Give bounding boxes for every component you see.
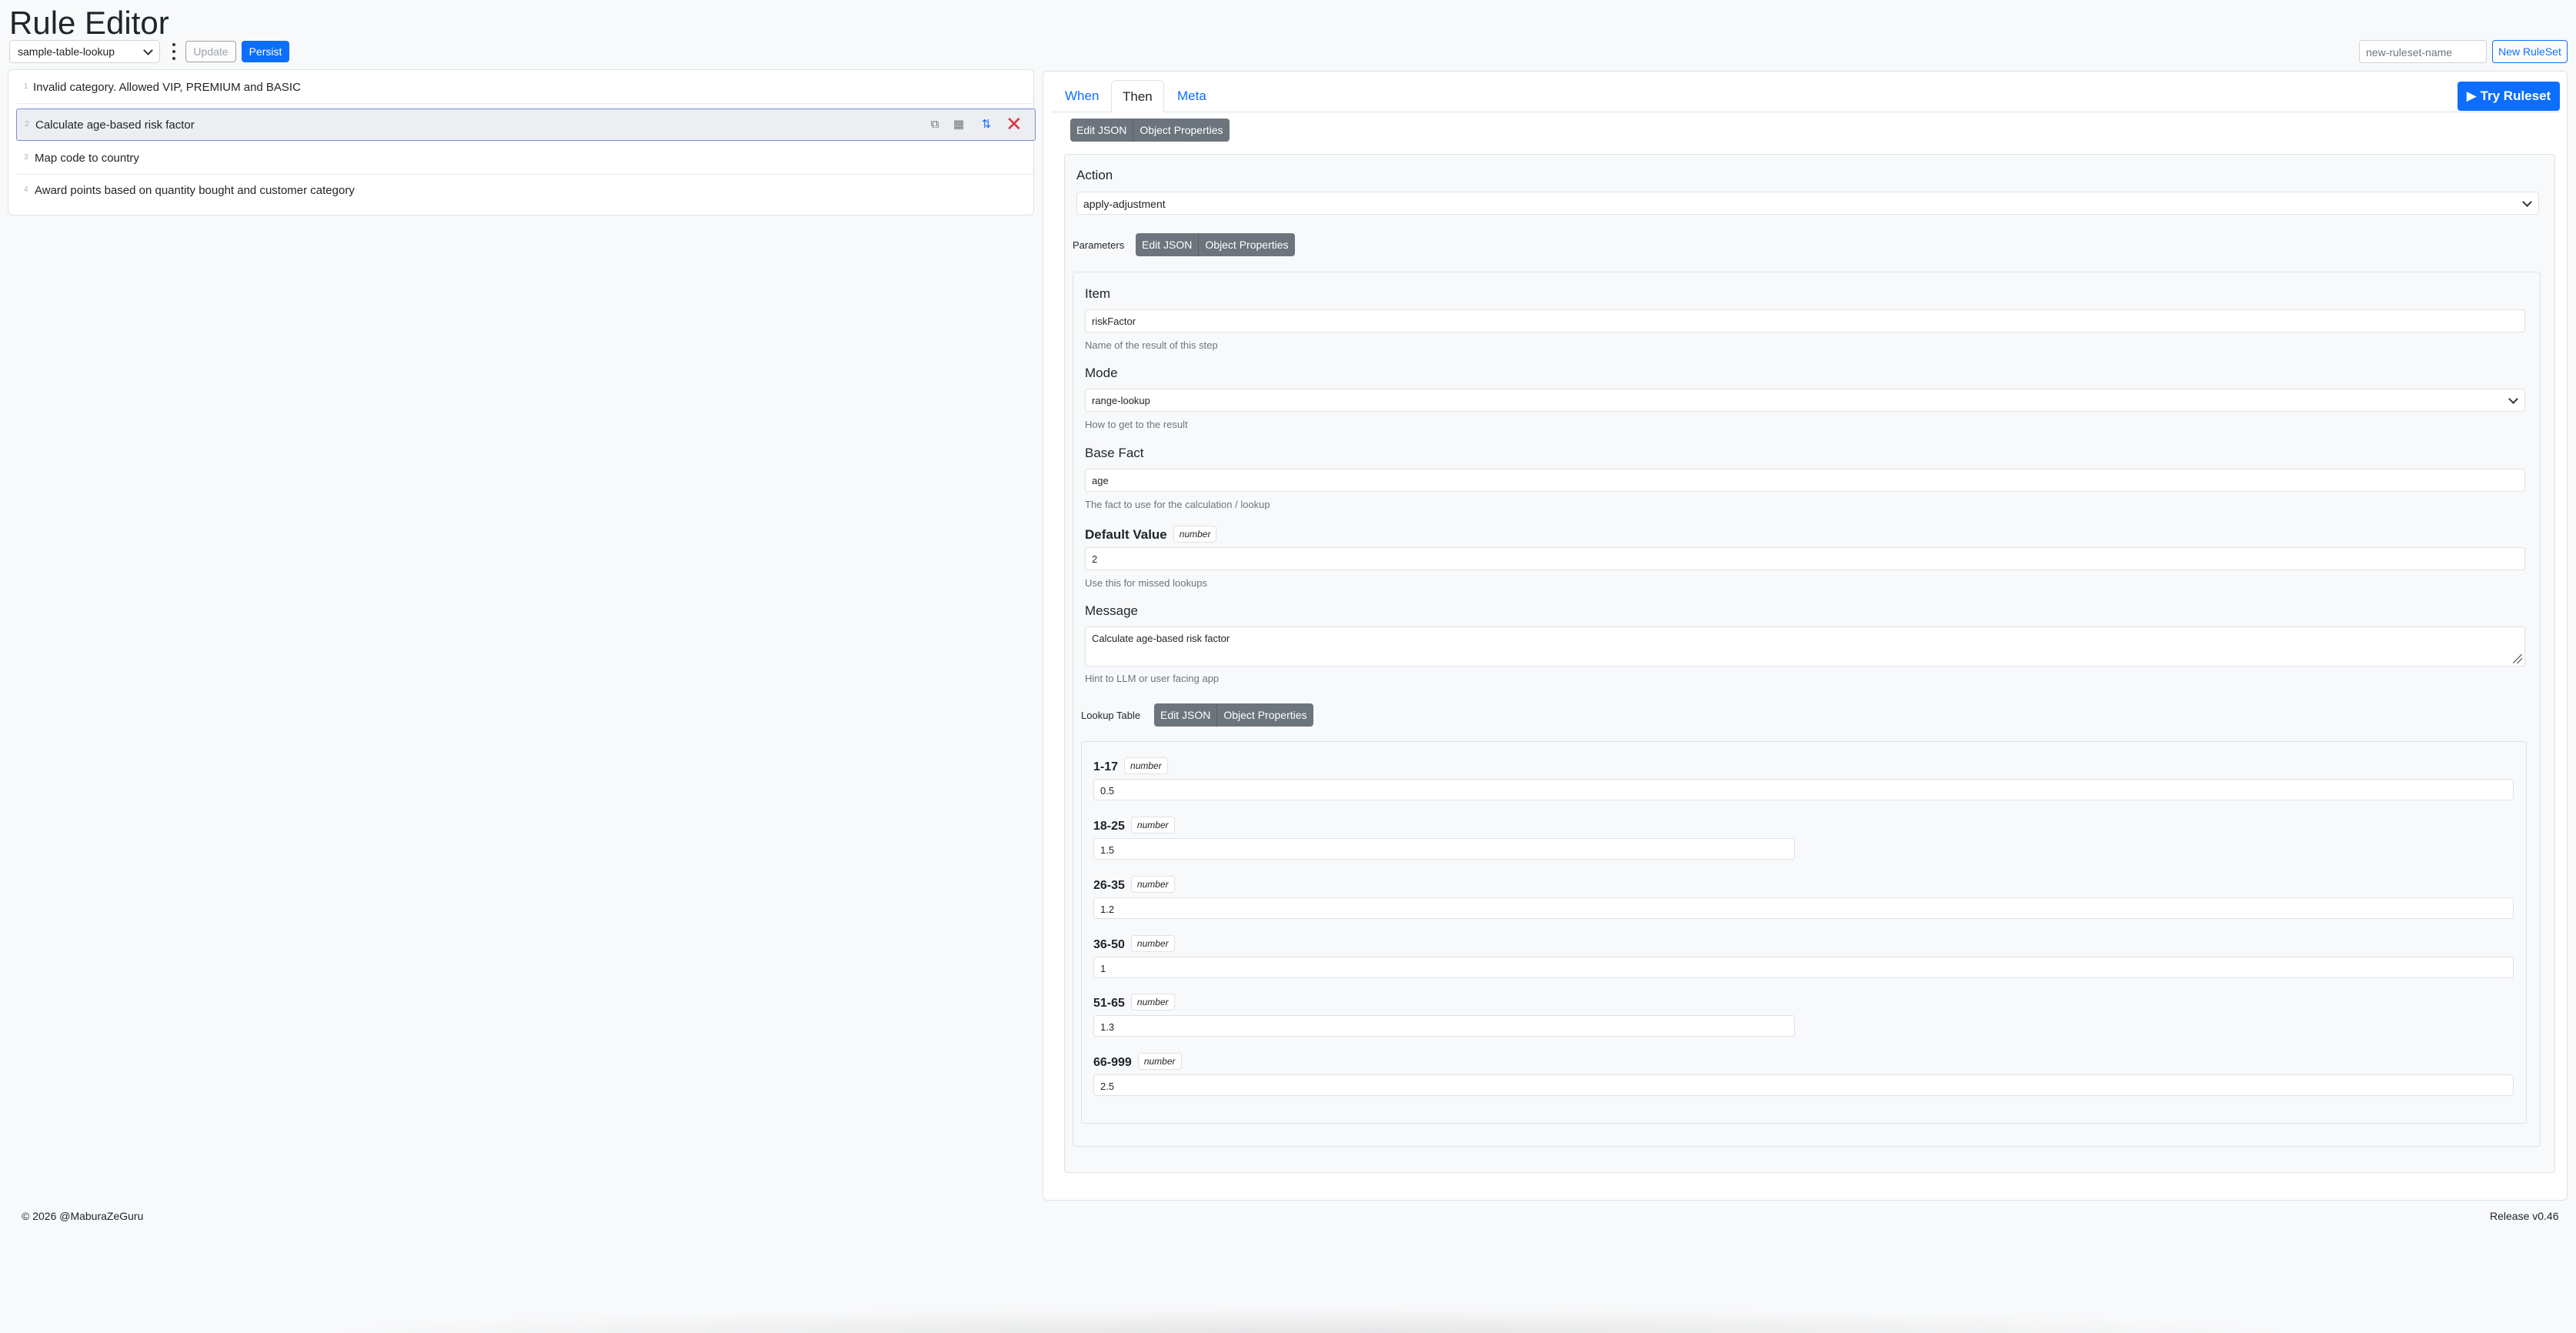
new-ruleset-button[interactable]: New RuleSet	[2492, 40, 2568, 63]
type-badge: number	[1130, 817, 1175, 834]
lookup-entry-label: 1-17 number	[1093, 757, 1168, 774]
message-textarea[interactable]: Calculate age-based risk factor	[1085, 626, 2525, 666]
action-select-value: apply-adjustment	[1083, 198, 1166, 210]
rule-number: 2	[25, 120, 29, 129]
ruleset-select[interactable]: sample-table-lookup	[9, 40, 160, 63]
base-fact-help: The fact to use for the calculation / lo…	[1085, 499, 1270, 510]
type-badge: number	[1130, 994, 1175, 1011]
rule-label: Invalid category. Allowed VIP, PREMIUM a…	[33, 81, 301, 94]
edit-json-button[interactable]: Edit JSON	[1136, 233, 1199, 256]
lookup-table-label: Lookup Table	[1081, 710, 1141, 721]
base-fact-label: Base Fact	[1085, 446, 1144, 460]
lookup-table-view-toggle: Edit JSON Object Properties	[1154, 703, 1313, 727]
tab-then[interactable]: Then	[1111, 80, 1164, 112]
delete-icon[interactable]: ✕	[1006, 114, 1023, 134]
lookup-value-input[interactable]: 0.5	[1093, 779, 2514, 800]
rule-item-3[interactable]: 3 Map code to country	[16, 142, 1036, 175]
persist-button[interactable]: Persist	[242, 41, 289, 62]
more-options-icon[interactable]	[172, 42, 176, 62]
tab-when[interactable]: When	[1054, 80, 1109, 112]
default-value-label-text: Default Value	[1085, 527, 1167, 542]
try-ruleset-button[interactable]: ▶ Try Ruleset	[2458, 82, 2560, 111]
lookup-entry-label: 66-999 number	[1093, 1053, 1182, 1070]
lookup-entry-label: 51-65 number	[1093, 994, 1175, 1011]
default-value-help: Use this for missed lookups	[1085, 577, 1207, 589]
default-value-label: Default Value number	[1085, 526, 1217, 543]
lookup-value-input[interactable]: 1.3	[1093, 1015, 1795, 1037]
rule-number: 1	[24, 82, 28, 91]
lookup-entry-label: 18-25 number	[1093, 817, 1175, 834]
action-select[interactable]: apply-adjustment	[1076, 192, 2539, 215]
object-properties-button[interactable]: Object Properties	[1198, 233, 1295, 256]
copy-icon[interactable]: ⧉	[927, 117, 943, 132]
parameters-label: Parameters	[1073, 239, 1125, 251]
then-view-toggle: Edit JSON Object Properties	[1070, 119, 1230, 142]
mode-select-value: range-lookup	[1092, 395, 1150, 406]
mode-label: Mode	[1085, 366, 1118, 380]
rules-list: 1 Invalid category. Allowed VIP, PREMIUM…	[8, 69, 1036, 215]
item-input[interactable]: riskFactor	[1085, 309, 2525, 332]
rule-number: 4	[24, 185, 28, 194]
footer-copyright: © 2026 @MaburaZeGuru	[22, 1210, 144, 1222]
item-label: Item	[1085, 286, 1111, 301]
rule-label: Award points based on quantity bought an…	[35, 184, 355, 197]
base-fact-input[interactable]: age	[1085, 469, 2525, 492]
lookup-key: 26-35	[1093, 879, 1125, 892]
edit-json-button[interactable]: Edit JSON	[1154, 703, 1217, 727]
rule-label: Calculate age-based risk factor	[35, 119, 195, 132]
lookup-value-input[interactable]: 2.5	[1093, 1074, 2514, 1096]
item-help: Name of the result of this step	[1085, 339, 1218, 351]
lookup-key: 66-999	[1093, 1056, 1132, 1069]
bottom-shadow	[308, 1308, 2308, 1333]
lookup-key: 1-17	[1093, 760, 1119, 773]
object-properties-button[interactable]: Object Properties	[1216, 703, 1313, 727]
mode-select[interactable]: range-lookup	[1085, 389, 2525, 412]
lookup-key: 18-25	[1093, 820, 1125, 833]
rule-item-4[interactable]: 4 Award points based on quantity bought …	[16, 175, 1036, 207]
action-label: Action	[1076, 168, 1113, 182]
message-value: Calculate age-based risk factor	[1092, 633, 1230, 644]
tab-meta[interactable]: Meta	[1166, 80, 1217, 112]
mode-help: How to get to the result	[1085, 419, 1188, 430]
message-label: Message	[1085, 603, 1138, 618]
chevron-down-icon	[143, 45, 153, 55]
page-title: Rule Editor	[9, 5, 169, 41]
rule-number: 3	[24, 153, 28, 162]
lookup-value-input[interactable]: 1.2	[1093, 897, 2514, 919]
type-badge: number	[1137, 1053, 1182, 1070]
rule-label: Map code to country	[35, 152, 139, 165]
message-help: Hint to LLM or user facing app	[1085, 673, 1220, 684]
object-properties-button[interactable]: Object Properties	[1133, 119, 1230, 142]
lookup-key: 36-50	[1093, 938, 1125, 951]
chevron-down-icon	[2508, 394, 2518, 404]
lookup-entry-label: 26-35 number	[1093, 876, 1175, 893]
lookup-entry-label: 36-50 number	[1093, 935, 1175, 952]
default-value-input[interactable]: 2	[1085, 547, 2525, 570]
lookup-value-input[interactable]: 1	[1093, 957, 2514, 978]
lookup-value-input[interactable]: 1.5	[1093, 838, 1795, 860]
parameters-view-toggle: Edit JSON Object Properties	[1136, 233, 1295, 256]
rule-item-1[interactable]: 1 Invalid category. Allowed VIP, PREMIUM…	[16, 72, 1036, 104]
move-icon[interactable]: ⇅	[979, 117, 994, 132]
lookup-key: 51-65	[1093, 997, 1125, 1010]
chevron-down-icon	[2522, 197, 2532, 207]
type-badge: number	[1124, 757, 1168, 774]
calculator-icon[interactable]: ▦	[951, 117, 966, 132]
rule-item-2[interactable]: 2 Calculate age-based risk factor ⧉ ▦ ⇅ …	[16, 109, 1036, 141]
type-badge: number	[1130, 876, 1175, 893]
update-button[interactable]: Update	[185, 41, 236, 62]
resize-handle-icon[interactable]	[2513, 654, 2522, 663]
ruleset-name-input[interactable]: new-ruleset-name	[2359, 40, 2487, 63]
type-badge: number	[1173, 526, 1217, 543]
ruleset-select-value: sample-table-lookup	[18, 45, 115, 58]
edit-json-button[interactable]: Edit JSON	[1070, 119, 1133, 142]
type-badge: number	[1130, 935, 1175, 952]
footer-release: Release v0.46	[2490, 1210, 2559, 1222]
